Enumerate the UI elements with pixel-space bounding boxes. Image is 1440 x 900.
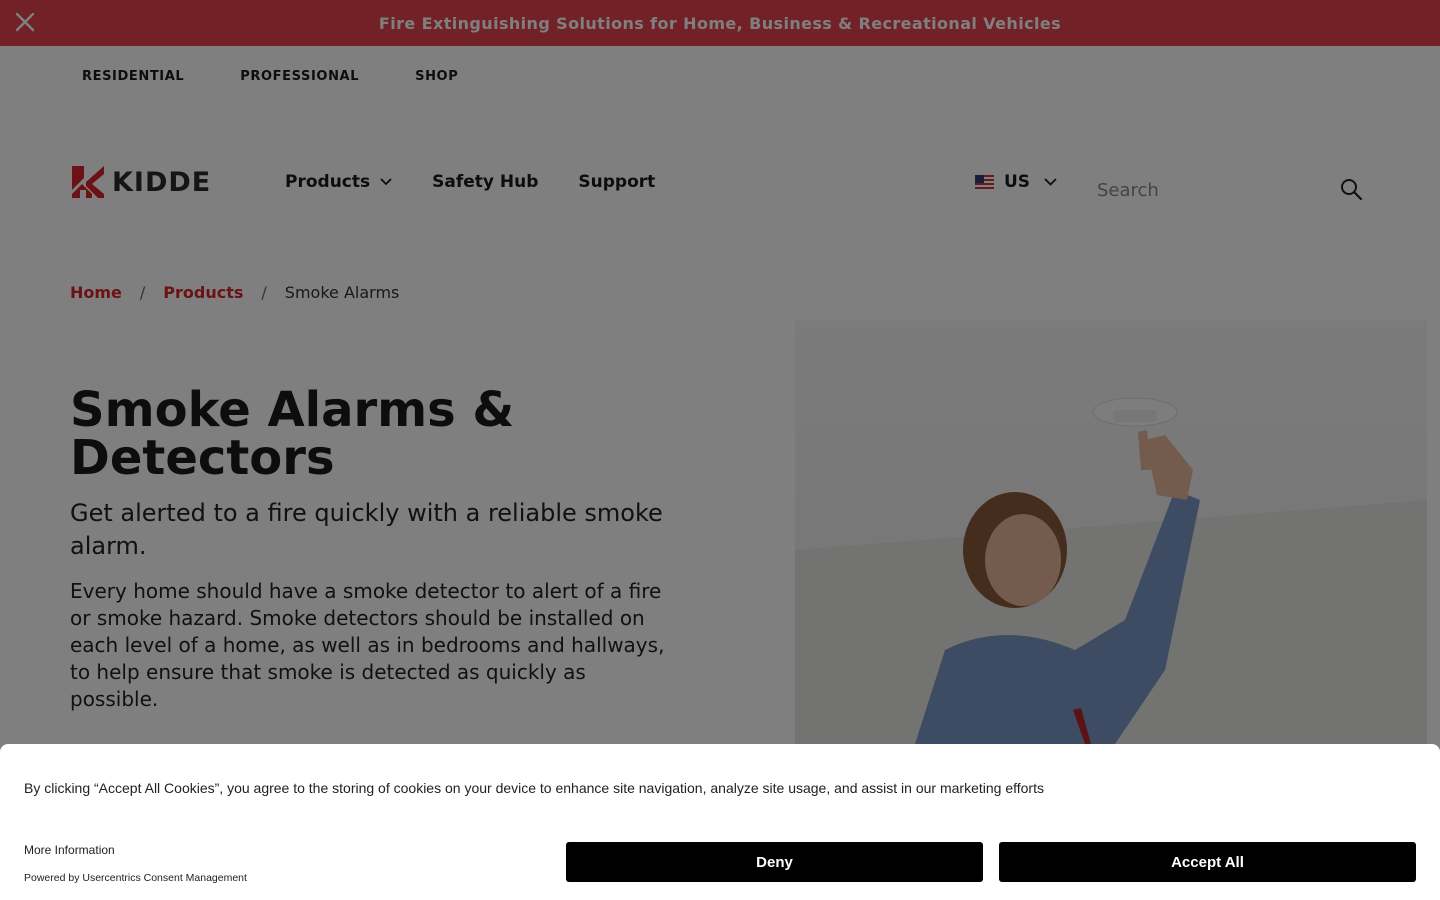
more-information-link[interactable]: More Information — [24, 843, 115, 857]
deny-button[interactable]: Deny — [566, 842, 983, 882]
cookie-message: By clicking “Accept All Cookies”, you ag… — [24, 780, 1044, 796]
cookie-consent-banner: By clicking “Accept All Cookies”, you ag… — [0, 744, 1440, 900]
powered-by-text: Powered by Usercentrics Consent Manageme… — [24, 872, 247, 884]
accept-all-button[interactable]: Accept All — [999, 842, 1416, 882]
